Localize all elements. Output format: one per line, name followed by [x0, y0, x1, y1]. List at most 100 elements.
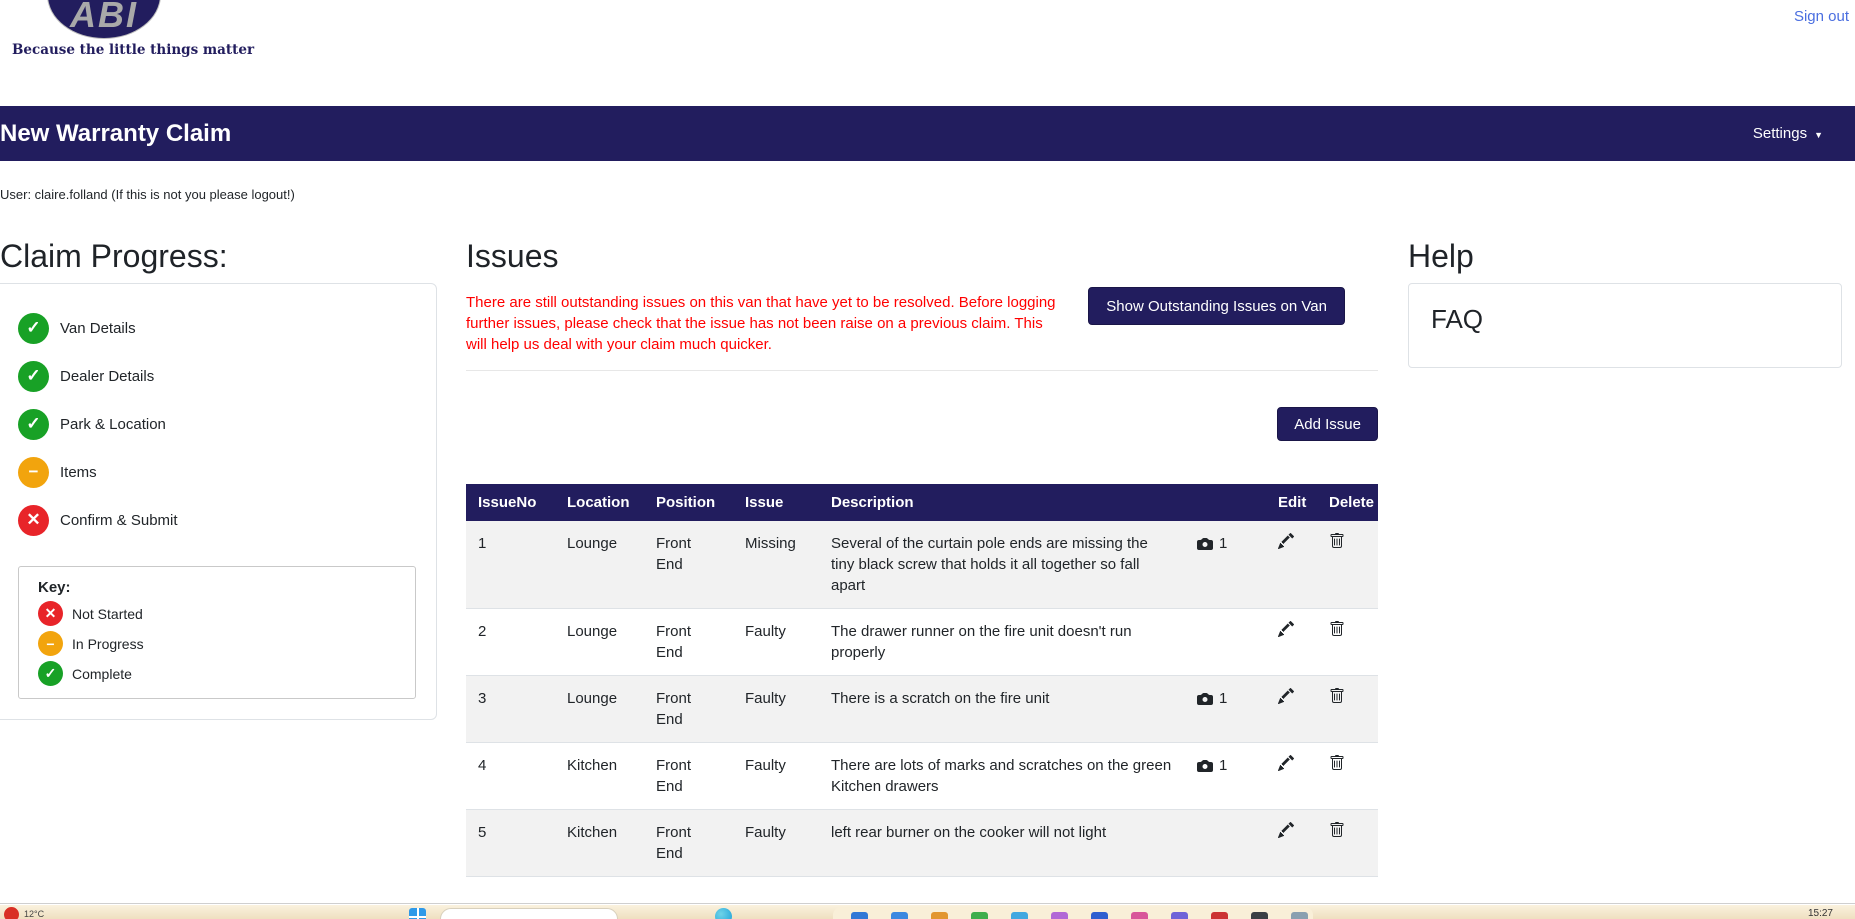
- settings-menu[interactable]: Settings ▼: [1753, 125, 1823, 142]
- cell-position: Front End: [656, 690, 692, 728]
- taskbar-search-input[interactable]: [440, 908, 618, 919]
- edit-button[interactable]: [1278, 532, 1295, 551]
- cell-delete: [1317, 743, 1378, 810]
- sign-out-link[interactable]: Sign out: [1794, 8, 1849, 25]
- chevron-down-icon: ▼: [1814, 130, 1823, 140]
- delete-button[interactable]: [1329, 688, 1345, 706]
- key-box: Key: ✕ Not Started − In Progress ✓ Compl…: [18, 566, 416, 699]
- delete-button[interactable]: [1329, 621, 1345, 639]
- taskbar-app-icon[interactable]: [1251, 912, 1268, 919]
- col-issueno: IssueNo: [466, 484, 555, 521]
- key-item: ✓ Complete: [38, 661, 415, 686]
- taskbar-app-icon[interactable]: [1131, 912, 1148, 919]
- photo-count: 1: [1219, 690, 1228, 707]
- status-circle-icon: −: [18, 456, 49, 488]
- table-row: 2 Lounge Front End Faulty The drawer run…: [466, 609, 1378, 676]
- cell-issueno: 3: [478, 690, 487, 707]
- taskbar-app-icon[interactable]: [1291, 912, 1308, 919]
- page-title: New Warranty Claim: [0, 119, 232, 147]
- key-item-label: Complete: [72, 665, 132, 682]
- start-button-icon[interactable]: [409, 908, 426, 919]
- help-panel: Help FAQ: [1408, 238, 1842, 919]
- progress-step: ✓ Dealer Details: [18, 360, 436, 392]
- cell-description: Several of the curtain pole ends are mis…: [831, 535, 1148, 594]
- edit-button[interactable]: [1278, 687, 1295, 706]
- edit-button[interactable]: [1278, 754, 1295, 773]
- photo-count: 1: [1219, 757, 1228, 774]
- taskbar-app-icon[interactable]: [1171, 912, 1188, 919]
- progress-step: ✕ Confirm & Submit: [18, 504, 436, 536]
- trash-icon: [1330, 533, 1344, 548]
- progress-step-label: Confirm & Submit: [60, 511, 178, 529]
- trash-icon: [1330, 822, 1344, 837]
- outstanding-warning-text: There are still outstanding issues on th…: [466, 294, 1056, 353]
- key-items: ✕ Not Started − In Progress ✓ Complete: [38, 601, 415, 686]
- cell-position: Front End: [656, 824, 692, 862]
- status-circle-icon: ✓: [18, 360, 49, 392]
- col-position: Position: [644, 484, 733, 521]
- cell-issue: Missing: [745, 535, 796, 552]
- main-content: Claim Progress: ✓ Van Details ✓ Dealer D…: [0, 238, 1855, 919]
- status-circle-icon: ✓: [18, 408, 49, 440]
- taskbar-app-icon[interactable]: [1051, 912, 1068, 919]
- issues-heading: Issues: [466, 238, 559, 274]
- pencil-icon: [1278, 754, 1295, 771]
- cell-position: Front End: [656, 757, 692, 795]
- delete-button[interactable]: [1329, 755, 1345, 773]
- taskbar-app-icon[interactable]: [931, 912, 948, 919]
- taskbar-app-icon[interactable]: [1211, 912, 1228, 919]
- weather-temp: 12°C: [24, 909, 45, 919]
- progress-step-label: Van Details: [60, 319, 136, 337]
- add-issue-button[interactable]: Add Issue: [1277, 407, 1378, 441]
- cell-issueno: 5: [478, 824, 487, 841]
- cell-photos: 1: [1185, 521, 1266, 609]
- cell-photos: 1: [1185, 676, 1266, 743]
- cell-delete: [1317, 609, 1378, 676]
- claim-progress-card: ✓ Van Details ✓ Dealer Details ✓ Park & …: [0, 283, 437, 720]
- edit-button[interactable]: [1278, 620, 1295, 639]
- delete-button[interactable]: [1329, 822, 1345, 840]
- cell-issueno: 2: [478, 623, 487, 640]
- cell-location: Lounge: [567, 535, 618, 552]
- cell-issue: Faulty: [745, 757, 786, 774]
- status-circle-icon: ✓: [38, 661, 63, 686]
- progress-step: ✓ Park & Location: [18, 408, 436, 440]
- cell-description: There are lots of marks and scratches on…: [831, 757, 1172, 795]
- weather-icon[interactable]: [4, 907, 19, 919]
- key-item: ✕ Not Started: [38, 601, 415, 626]
- table-row: 5 Kitchen Front End Faulty left rear bur…: [466, 809, 1378, 877]
- taskbar-app-icon[interactable]: [971, 912, 988, 919]
- photo-indicator: 1: [1197, 755, 1254, 776]
- faq-section[interactable]: FAQ: [1408, 283, 1842, 368]
- trash-icon: [1330, 755, 1344, 770]
- settings-label: Settings: [1752, 125, 1808, 142]
- issues-panel: Issues There are still outstanding issue…: [466, 238, 1378, 919]
- abi-logo: ABI: [48, 0, 160, 38]
- progress-step: − Items: [18, 456, 436, 488]
- taskbar-app-icon[interactable]: [851, 912, 868, 919]
- cell-location: Lounge: [567, 623, 618, 640]
- delete-button[interactable]: [1329, 533, 1345, 551]
- photo-indicator: 1: [1197, 688, 1254, 709]
- navbar: New Warranty Claim Settings ▼: [0, 106, 1855, 161]
- col-photos: [1185, 484, 1266, 521]
- taskbar-app-icon[interactable]: [1011, 912, 1028, 919]
- cell-position: Front End: [656, 535, 692, 573]
- browser-icon[interactable]: [715, 908, 732, 919]
- taskbar-clock: 15:27: [1807, 908, 1833, 919]
- cell-issue: Faulty: [745, 690, 786, 707]
- divider: [466, 370, 1378, 371]
- show-outstanding-issues-button[interactable]: Show Outstanding Issues on Van: [1088, 287, 1345, 325]
- os-taskbar: 12°C 15:27: [0, 903, 1855, 919]
- key-item-label: Not Started: [72, 605, 143, 622]
- help-heading: Help: [1408, 238, 1474, 274]
- table-header-row: IssueNo Location Position Issue Descript…: [466, 484, 1378, 521]
- taskbar-app-icon[interactable]: [891, 912, 908, 919]
- taskbar-app-icon[interactable]: [1091, 912, 1108, 919]
- cell-position: Front End: [656, 623, 692, 661]
- status-circle-icon: ✕: [18, 504, 49, 536]
- edit-button[interactable]: [1278, 821, 1295, 840]
- photo-indicator: 1: [1197, 533, 1254, 554]
- cell-edit: [1266, 521, 1317, 609]
- cell-description: There is a scratch on the fire unit: [831, 690, 1050, 707]
